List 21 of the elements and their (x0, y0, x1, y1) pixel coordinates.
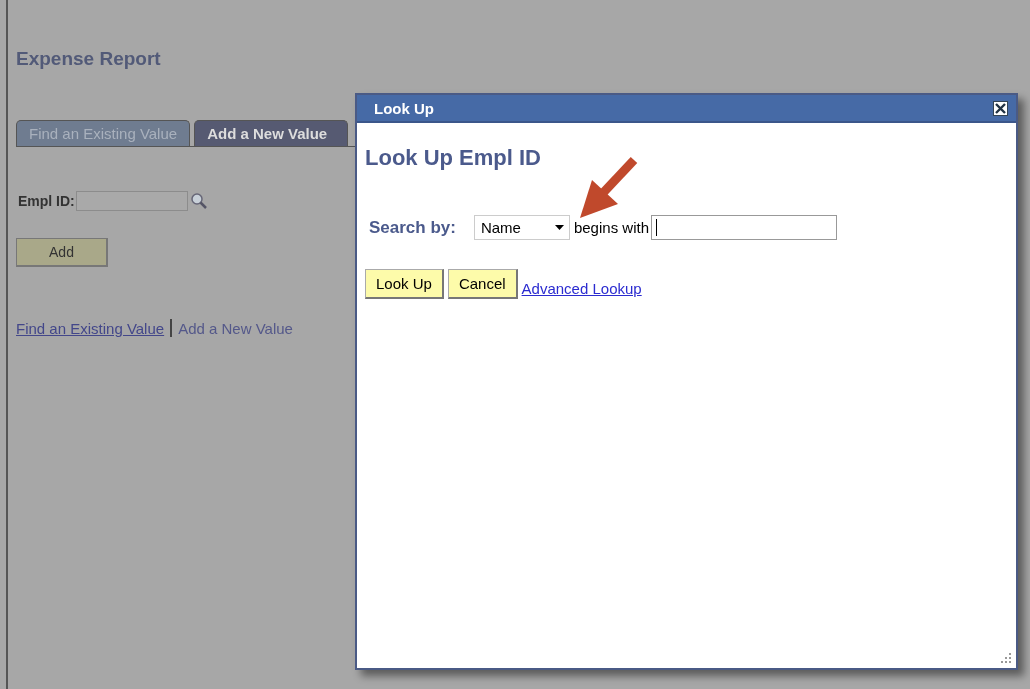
caret-icon (554, 225, 564, 230)
dialog-title: Look Up (374, 99, 434, 117)
field-label: Empl ID: (18, 193, 75, 209)
search-by-dropdown[interactable]: Name (473, 215, 570, 240)
add-button[interactable]: Add (16, 238, 108, 267)
page-title: Expense Report (16, 48, 162, 70)
input-field[interactable] (75, 191, 188, 211)
operator-label: begins with (573, 219, 649, 236)
dialog-heading: Look Up Empl ID (365, 145, 542, 171)
search-field[interactable] (651, 215, 837, 240)
dialog-button[interactable]: Look Up (365, 269, 444, 299)
annotation-arrow (578, 156, 638, 220)
resize-grip-icon[interactable] (1000, 652, 1012, 664)
page-link[interactable]: Add a New Value (178, 319, 293, 337)
search-icon[interactable] (189, 192, 208, 210)
dialog-button[interactable]: Cancel (447, 269, 518, 299)
page-link[interactable]: Find an Existing Value (16, 319, 165, 337)
advanced-lookup-link[interactable]: Advanced Lookup (521, 280, 642, 297)
close-icon[interactable] (993, 100, 1008, 116)
search-label: Search by: (369, 217, 456, 238)
tab[interactable]: Add a New Value (194, 120, 349, 146)
